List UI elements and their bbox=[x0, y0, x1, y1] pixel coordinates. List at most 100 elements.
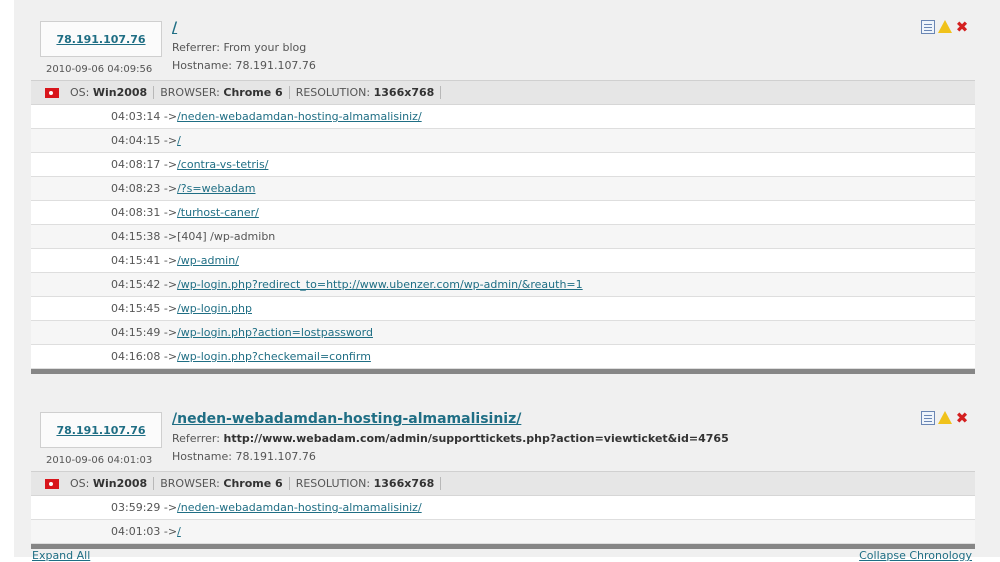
page-icon[interactable] bbox=[921, 411, 935, 425]
visit-separator bbox=[31, 369, 975, 374]
referrer-line: Referrer: http://www.webadam.com/admin/s… bbox=[172, 432, 729, 445]
pageview-url-link[interactable]: /wp-login.php bbox=[177, 302, 252, 315]
pageview-row: 04:01:03 ->/ bbox=[31, 520, 975, 544]
warning-icon[interactable] bbox=[938, 20, 952, 33]
visit-header: 78.191.107.76 2010-09-06 04:01:03/neden-w… bbox=[31, 401, 975, 471]
pageview-time: 04:08:31 bbox=[111, 206, 161, 219]
page-icon[interactable] bbox=[921, 20, 935, 34]
flag-icon bbox=[45, 87, 59, 98]
pageview-url-link[interactable]: / bbox=[177, 525, 181, 538]
ip-box: 78.191.107.76 bbox=[40, 412, 162, 448]
resolution-label: RESOLUTION: bbox=[295, 477, 371, 490]
pageview-arrow: -> bbox=[163, 182, 178, 195]
visit-header: 78.191.107.76 2010-09-06 04:09:56 / Referre… bbox=[31, 10, 975, 80]
hostname-label: Hostname: bbox=[172, 59, 232, 72]
pageview-url-link[interactable]: / bbox=[177, 134, 181, 147]
pageview-url-link[interactable]: /wp-admin/ bbox=[177, 254, 239, 267]
pageview-row: 04:15:45 ->/wp-login.php bbox=[31, 297, 975, 321]
pageview-url-link[interactable]: /neden-webadamdan-hosting-almamalisiniz/ bbox=[177, 110, 422, 123]
pageview-time: 04:04:15 bbox=[111, 134, 161, 147]
pageview-arrow: -> bbox=[163, 110, 178, 123]
visitor-info-bar: OS: Win2008 BROWSER: Chrome 6 RESOLUTION: … bbox=[31, 80, 975, 105]
browser-label: BROWSER: bbox=[160, 477, 220, 490]
referrer-label: Referrer: bbox=[172, 41, 220, 54]
pageview-url-link[interactable]: /neden-webadamdan-hosting-almamalisiniz/ bbox=[177, 501, 422, 514]
pageview-row: 04:15:41 ->/wp-admin/ bbox=[31, 249, 975, 273]
resolution-value: 1366x768 bbox=[373, 86, 435, 99]
os-value: Win2008 bbox=[92, 86, 148, 99]
collapse-chronology-link[interactable]: Collapse Chronology bbox=[859, 549, 972, 562]
hostname-value: 78.191.107.76 bbox=[235, 450, 316, 463]
pageview-row: 03:59:29 ->/neden-webadamdan-hosting-alm… bbox=[31, 496, 975, 520]
pageview-row: 04:08:17 ->/contra-vs-tetris/ bbox=[31, 153, 975, 177]
visit-path-link[interactable]: / bbox=[172, 20, 177, 36]
pageview-row: 04:15:38 ->[404] /wp-admibn bbox=[31, 225, 975, 249]
pageview-time: 04:08:23 bbox=[111, 182, 161, 195]
hostname-label: Hostname: bbox=[172, 450, 232, 463]
visit-tools: ✖ bbox=[921, 20, 969, 35]
resolution-info: RESOLUTION: 1366x768 bbox=[290, 477, 442, 490]
pageview-arrow: -> bbox=[163, 230, 178, 243]
footer-links: Expand All Collapse Chronology bbox=[32, 549, 972, 562]
pageview-arrow: -> bbox=[163, 278, 178, 291]
resolution-value: 1366x768 bbox=[373, 477, 435, 490]
pageview-arrow: -> bbox=[163, 206, 178, 219]
resolution-info: RESOLUTION: 1366x768 bbox=[290, 86, 442, 99]
browser-info: BROWSER: Chrome 6 bbox=[154, 86, 290, 99]
pageview-arrow: -> bbox=[163, 302, 178, 315]
browser-value: Chrome 6 bbox=[223, 477, 283, 490]
browser-value: Chrome 6 bbox=[223, 86, 283, 99]
pageview-row: 04:08:31 ->/turhost-caner/ bbox=[31, 201, 975, 225]
pageview-time: 04:15:41 bbox=[111, 254, 161, 267]
pageview-url-link[interactable]: /wp-login.php?redirect_to=http://www.ube… bbox=[177, 278, 583, 291]
pageview-arrow: -> bbox=[163, 525, 178, 538]
pageview-arrow: -> bbox=[163, 254, 178, 267]
pageview-row: 04:15:42 ->/wp-login.php?redirect_to=htt… bbox=[31, 273, 975, 297]
os-info: OS: Win2008 bbox=[64, 477, 155, 490]
pageview-url-link[interactable]: /turhost-caner/ bbox=[177, 206, 259, 219]
visit-entry: 78.191.107.76 2010-09-06 04:01:03/neden-w… bbox=[31, 401, 975, 549]
referrer-label: Referrer: bbox=[172, 432, 220, 445]
pageview-arrow: -> bbox=[163, 326, 178, 339]
pageview-list: 04:03:14 ->/neden-webadamdan-hosting-alm… bbox=[31, 105, 975, 369]
ip-box: 78.191.107.76 bbox=[40, 21, 162, 57]
pageview-row: 04:04:15 ->/ bbox=[31, 129, 975, 153]
warning-icon[interactable] bbox=[938, 411, 952, 424]
referrer-value: http://www.webadam.com/admin/supporttick… bbox=[223, 432, 729, 445]
delete-icon[interactable]: ✖ bbox=[955, 411, 969, 426]
pageview-time: 03:59:29 bbox=[111, 501, 161, 514]
pageview-url-link[interactable]: /contra-vs-tetris/ bbox=[177, 158, 268, 171]
visit-path-link[interactable]: /neden-webadamdan-hosting-almamalisiniz/ bbox=[172, 411, 521, 427]
delete-icon[interactable]: ✖ bbox=[955, 20, 969, 35]
pageview-time: 04:03:14 bbox=[111, 110, 161, 123]
pageview-row: 04:15:49 ->/wp-login.php?action=lostpass… bbox=[31, 321, 975, 345]
pageview-url-link[interactable]: /wp-login.php?checkemail=confirm bbox=[177, 350, 371, 363]
pageview-arrow: -> bbox=[163, 350, 178, 363]
ip-address-link[interactable]: 78.191.107.76 bbox=[56, 33, 145, 46]
expand-all-link[interactable]: Expand All bbox=[32, 549, 90, 562]
visit-tools: ✖ bbox=[921, 411, 969, 426]
pageview-time: 04:16:08 bbox=[111, 350, 161, 363]
pageview-time: 04:01:03 bbox=[111, 525, 161, 538]
hostname-line: Hostname: 78.191.107.76 bbox=[172, 450, 316, 463]
pageview-row: 04:16:08 ->/wp-login.php?checkemail=conf… bbox=[31, 345, 975, 369]
ip-address-link[interactable]: 78.191.107.76 bbox=[56, 424, 145, 437]
os-label: OS: bbox=[70, 477, 90, 490]
referrer-line: Referrer: From your blog bbox=[172, 41, 306, 54]
pageview-time: 04:15:49 bbox=[111, 326, 161, 339]
visit-entry: 78.191.107.76 2010-09-06 04:09:56 / Referre… bbox=[31, 10, 975, 374]
pageview-time: 04:15:42 bbox=[111, 278, 161, 291]
referrer-value: From your blog bbox=[223, 41, 307, 54]
pageview-url-link[interactable]: /?s=webadam bbox=[177, 182, 255, 195]
hostname-value: 78.191.107.76 bbox=[235, 59, 316, 72]
browser-info: BROWSER: Chrome 6 bbox=[154, 477, 290, 490]
visit-timestamp: 2010-09-06 04:09:56 bbox=[46, 64, 153, 75]
pageview-row: 04:08:23 ->/?s=webadam bbox=[31, 177, 975, 201]
pageview-time: 04:08:17 bbox=[111, 158, 161, 171]
os-info: OS: Win2008 bbox=[64, 86, 155, 99]
pageview-arrow: -> bbox=[163, 158, 178, 171]
browser-label: BROWSER: bbox=[160, 86, 220, 99]
visit-timestamp: 2010-09-06 04:01:03 bbox=[46, 455, 153, 466]
flag-icon bbox=[45, 478, 59, 489]
pageview-url-link[interactable]: /wp-login.php?action=lostpassword bbox=[177, 326, 373, 339]
